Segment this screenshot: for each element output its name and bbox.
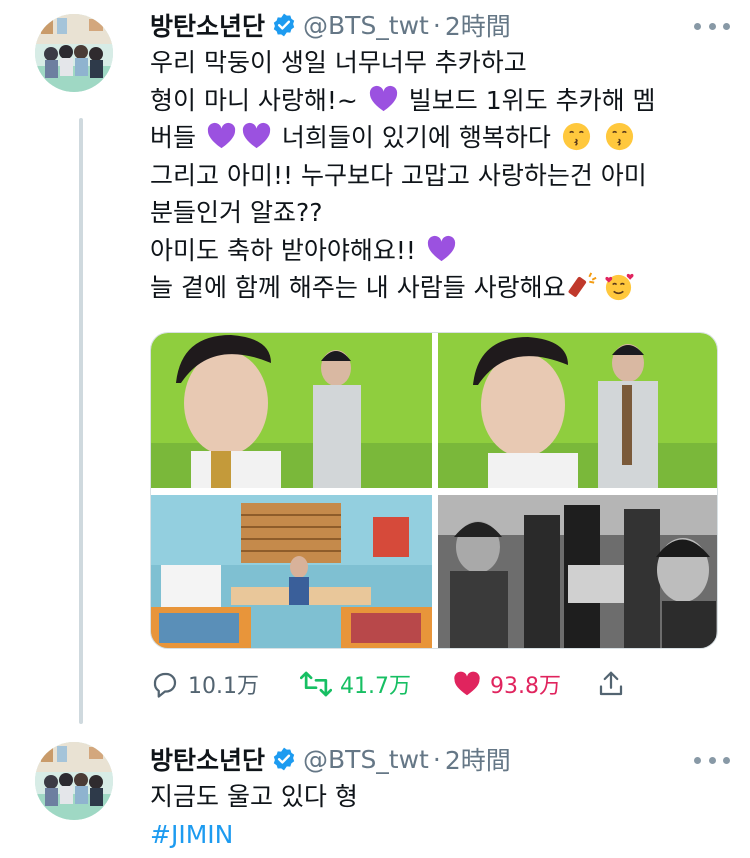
- tweet-text-line: 아미도 축하 받아야해요!!: [150, 235, 416, 265]
- tweet-header: 방탄소년단 @BTS_twt · 2時間: [150, 4, 511, 46]
- more-options-icon[interactable]: [694, 750, 730, 770]
- share-button[interactable]: [596, 666, 634, 702]
- tweet-text-line: 형이 마니 사랑해!~: [150, 85, 358, 115]
- reply-count: 10.1万: [188, 674, 259, 699]
- purple-heart-icon: [427, 235, 456, 261]
- hashtag-link[interactable]: #JIMIN: [150, 820, 233, 849]
- photo-3[interactable]: [151, 495, 432, 648]
- timestamp[interactable]: 2時間: [445, 741, 511, 777]
- kissing-face-icon: [605, 122, 633, 151]
- tweet-text-line: 우리 막둥이 생일 너무너무 추카하고: [150, 48, 527, 77]
- photo-2[interactable]: [438, 333, 717, 488]
- retweet-button[interactable]: 41.7万: [300, 666, 411, 702]
- media-grid[interactable]: [150, 332, 718, 649]
- purple-heart-icon: [207, 122, 236, 149]
- retweet-count: 41.7万: [340, 674, 411, 699]
- reply-button[interactable]: 10.1万: [150, 666, 259, 702]
- verified-badge-icon: [273, 13, 295, 37]
- timestamp[interactable]: 2時間: [445, 7, 511, 43]
- more-options-icon[interactable]: [694, 16, 730, 36]
- purple-heart-icon: [242, 122, 271, 149]
- photo-4[interactable]: [438, 495, 717, 648]
- tweet-text-line: 그리고 아미!! 누구보다 고맙고 사랑하는건 아미: [150, 160, 647, 190]
- kissing-face-icon: [562, 122, 590, 151]
- tweet-text-line: 빌보드 1위도 추카해 멤: [408, 85, 656, 115]
- tweet-text-line: 늘 곁에 함께 해주는 내 사람들 사랑해요: [150, 273, 566, 302]
- avatar[interactable]: [35, 742, 113, 820]
- verified-badge-icon: [273, 747, 295, 771]
- thread-connector: [79, 118, 83, 724]
- photo-1[interactable]: [151, 333, 432, 488]
- like-button[interactable]: 93.8万: [452, 666, 561, 702]
- reply-icon: [153, 672, 177, 698]
- tweet-actions: 10.1万 41.7万 93.8万: [150, 666, 710, 702]
- tweet-body: 우리 막둥이 생일 너무너무 추카하고 형이 마니 사랑해!~ 빌보드 1위도 …: [150, 44, 730, 307]
- retweet-icon: [300, 671, 332, 697]
- heart-icon: [454, 671, 480, 696]
- firecracker-icon: [568, 272, 597, 297]
- smiling-face-with-hearts-icon: [605, 273, 634, 301]
- tweet-text-line: 지금도 울고 있다 형: [150, 782, 358, 811]
- share-icon: [599, 671, 623, 696]
- handle[interactable]: @BTS_twt: [303, 745, 429, 774]
- tweet-header: 방탄소년단 @BTS_twt · 2時間: [150, 738, 511, 780]
- tweet-text-line: 버들: [150, 123, 197, 152]
- separator-dot: ·: [432, 10, 441, 40]
- avatar[interactable]: [35, 14, 113, 92]
- tweet-text-line: 너희들이 있기에 행복하다: [281, 123, 551, 152]
- purple-heart-icon: [369, 85, 397, 111]
- display-name[interactable]: 방탄소년단: [150, 7, 265, 43]
- like-count: 93.8万: [490, 674, 561, 699]
- tweet-body: 지금도 울고 있다 형 #JIMIN: [150, 778, 730, 853]
- tweet-text-line: 분들인거 알죠??: [150, 198, 323, 227]
- display-name[interactable]: 방탄소년단: [150, 741, 265, 777]
- separator-dot: ·: [432, 744, 441, 774]
- handle[interactable]: @BTS_twt: [303, 11, 429, 40]
